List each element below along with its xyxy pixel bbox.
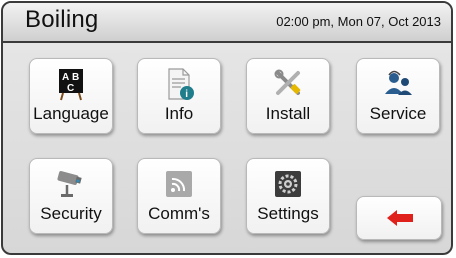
service-label: Service xyxy=(369,104,427,123)
settings-gear-icon xyxy=(275,171,301,197)
service-icon xyxy=(385,70,412,95)
info-label: Info xyxy=(164,104,194,123)
language-label: Language xyxy=(33,104,109,123)
settings-button[interactable]: Settings xyxy=(246,158,330,234)
language-glyph-c: C xyxy=(67,83,74,94)
settings-label: Settings xyxy=(257,204,319,223)
comms-signal-icon xyxy=(166,171,192,197)
security-camera-icon xyxy=(57,171,82,197)
comms-button[interactable]: Comm's xyxy=(137,158,221,234)
comms-label: Comm's xyxy=(148,204,210,223)
language-icon: A B C xyxy=(59,69,83,101)
service-button[interactable]: Service xyxy=(356,58,440,134)
back-button[interactable] xyxy=(356,196,442,240)
security-button[interactable]: Security xyxy=(29,158,113,234)
datetime-display: 02:00 pm, Mon 07, Oct 2013 xyxy=(276,14,441,29)
screen-frame: Boiling 02:00 pm, Mon 07, Oct 2013 A B C… xyxy=(1,1,453,255)
info-icon: i xyxy=(168,68,194,100)
info-badge: i xyxy=(185,89,188,100)
language-button[interactable]: A B C Language xyxy=(29,58,113,134)
install-button[interactable]: Install xyxy=(246,58,330,134)
back-arrow-icon xyxy=(387,210,413,226)
page-title: Boiling xyxy=(25,6,99,33)
install-tools-icon xyxy=(274,69,301,95)
security-label: Security xyxy=(40,204,102,223)
language-glyph-b: B xyxy=(72,72,79,83)
language-glyph-a: A xyxy=(62,72,69,83)
install-label: Install xyxy=(265,104,311,123)
header-bar: Boiling 02:00 pm, Mon 07, Oct 2013 xyxy=(3,3,451,43)
info-button[interactable]: i Info xyxy=(137,58,221,134)
